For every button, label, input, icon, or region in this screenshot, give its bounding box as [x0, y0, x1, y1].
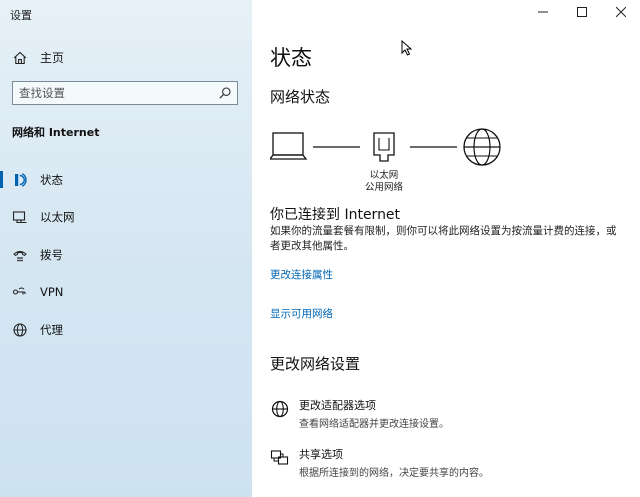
- show-available-networks-link[interactable]: 显示可用网络: [270, 306, 333, 321]
- sidebar-item-label: 代理: [40, 322, 63, 337]
- home-label: 主页: [40, 51, 65, 65]
- sidebar-item-proxy[interactable]: 代理: [0, 311, 252, 349]
- change-connection-properties-link[interactable]: 更改连接属性: [270, 267, 333, 282]
- sidebar-item-status[interactable]: 状态: [0, 161, 252, 199]
- option-title: 更改适配器选项: [299, 399, 376, 412]
- sidebar-item-ethernet[interactable]: 以太网: [0, 199, 252, 237]
- home-nav-item[interactable]: 主页: [12, 49, 64, 66]
- page-title: 状态: [270, 46, 312, 70]
- search-input[interactable]: [19, 85, 209, 101]
- sidebar: 设置 主页 网络和 Internet 状态: [0, 0, 252, 497]
- sidebar-item-label: VPN: [40, 285, 64, 300]
- network-diagram: 以太网 公用网络: [268, 125, 510, 193]
- internet-globe-icon: [463, 128, 501, 166]
- section-title: 网络和 Internet: [12, 126, 100, 139]
- option-description: 根据所连接到的网络，决定要共享的内容。: [299, 468, 489, 479]
- computer-icon: [268, 132, 308, 160]
- ethernet-icon: [12, 209, 28, 225]
- vpn-icon: [12, 284, 28, 300]
- connection-status-text: 你已连接到 Internet: [270, 207, 401, 223]
- option-description: 查看网络适配器并更改连接设置。: [299, 419, 449, 430]
- change-adapter-options[interactable]: 更改适配器选项 查看网络适配器并更改连接设置。: [270, 397, 449, 430]
- sidebar-item-label: 拨号: [40, 247, 63, 262]
- dialup-icon: [12, 247, 28, 263]
- sharing-options[interactable]: 共享选项 根据所连接到的网络，决定要共享的内容。: [270, 446, 489, 479]
- window-title: 设置: [10, 9, 32, 22]
- status-icon: [12, 172, 28, 188]
- change-network-settings-heading: 更改网络设置: [270, 355, 361, 373]
- sidebar-item-label: 状态: [40, 172, 63, 187]
- home-icon: [13, 51, 27, 64]
- sidebar-item-label: 以太网: [40, 210, 75, 225]
- diagram-graphic: [268, 128, 501, 166]
- globe-icon: [271, 400, 289, 418]
- sharing-icon: [270, 450, 289, 465]
- network-type-label: 公用网络: [364, 182, 403, 193]
- search-icon[interactable]: [218, 86, 232, 100]
- search-box[interactable]: [12, 81, 238, 105]
- option-title: 共享选项: [299, 448, 343, 461]
- ethernet-adapter-icon: [373, 132, 395, 162]
- sidebar-item-dialup[interactable]: 拨号: [0, 236, 252, 274]
- mouse-cursor-icon: [401, 40, 413, 56]
- metered-description: 如果你的流量套餐有限制，则你可以将此网络设置为按流量计费的连接，或者更改其他属性…: [270, 225, 617, 252]
- sidebar-item-vpn[interactable]: VPN: [0, 274, 252, 312]
- network-status-heading: 网络状态: [270, 88, 331, 106]
- globe-icon: [12, 322, 28, 338]
- main-content: 状态 网络状态 以太网 公用网络 你已连接到 Internet 如果你的流量套餐…: [252, 0, 640, 497]
- sidebar-nav: 状态 以太网 拨号 VPN 代理: [0, 161, 252, 349]
